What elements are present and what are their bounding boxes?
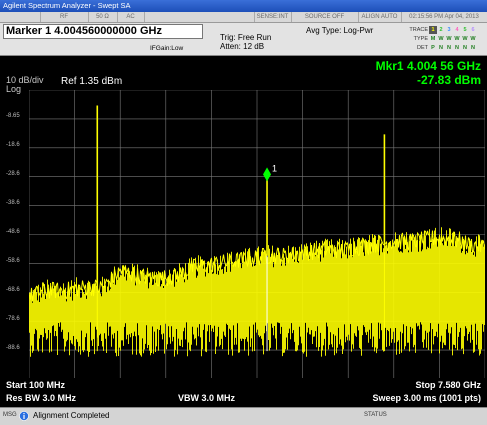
status-empty bbox=[0, 12, 41, 22]
y-tick-label: -28.6 bbox=[6, 171, 20, 177]
trace-values: 123456 bbox=[429, 26, 477, 34]
footer-readouts: Start 100 MHz Res BW 3.0 MHz VBW 3.0 MHz… bbox=[0, 378, 487, 407]
vbw: VBW 3.0 MHz bbox=[178, 393, 236, 403]
message-text: Alignment Completed bbox=[33, 411, 110, 420]
analyzer-screen: 10 dB/div Log Ref 1.35 dBm Mkr1 4.004 56… bbox=[0, 56, 487, 407]
det-2: N bbox=[439, 45, 443, 51]
trace-label: TRACE bbox=[409, 27, 428, 33]
atten-label: Atten: 12 dB bbox=[220, 42, 265, 51]
y-tick-label: -48.6 bbox=[6, 229, 20, 235]
marker-readout-amplitude: -27.83 dBm bbox=[416, 73, 481, 87]
trig-label: Trig: Free Run bbox=[220, 33, 272, 42]
type-values: MWWWWW bbox=[429, 35, 477, 43]
y-tick-label: -38.6 bbox=[6, 200, 20, 206]
marker-frequency-field[interactable]: Marker 1 4.004560000000 GHz bbox=[3, 24, 203, 39]
info-icon bbox=[19, 411, 29, 421]
det-label: DET bbox=[417, 45, 428, 51]
status-label: STATUS bbox=[364, 412, 387, 418]
marker-1-diamond-icon[interactable] bbox=[263, 167, 272, 182]
window-title: Agilent Spectrum Analyzer - Swept SA bbox=[0, 0, 487, 12]
datetime: 02:15:56 PM Apr 04, 2013 bbox=[409, 14, 479, 20]
ref-level: Ref 1.35 dBm bbox=[61, 76, 123, 87]
if-gain-label: IFGain:Low bbox=[150, 45, 184, 52]
type-5: W bbox=[462, 36, 468, 42]
sweep-time: Sweep 3.00 ms (1001 pts) bbox=[372, 393, 481, 403]
y-tick-label: -88.6 bbox=[6, 345, 20, 351]
y-tick-label: -18.6 bbox=[6, 142, 20, 148]
type-2: W bbox=[438, 36, 444, 42]
y-tick-label: -78.6 bbox=[6, 316, 20, 322]
det-5: N bbox=[463, 45, 467, 51]
type-3: W bbox=[446, 36, 452, 42]
sense-indicator: SENSE:INT bbox=[254, 12, 292, 22]
det-6: N bbox=[471, 45, 475, 51]
trigger-settings: Trig: Free Run Atten: 12 dB bbox=[220, 33, 271, 51]
marker-bar: Marker 1 4.004560000000 GHz IFGain:Low T… bbox=[0, 23, 487, 56]
trace-4: 4 bbox=[455, 27, 459, 33]
coupling-indicator: AC bbox=[117, 12, 145, 22]
det-3: N bbox=[447, 45, 451, 51]
trace-3: 3 bbox=[447, 27, 451, 33]
spectrum-analyzer-window: { "window": { "title": "Agilent Spectrum… bbox=[0, 0, 487, 425]
det-1: P bbox=[431, 45, 435, 51]
type-4: W bbox=[454, 36, 460, 42]
avg-type-label: Avg Type: Log-Pwr bbox=[306, 26, 374, 35]
type-label: TYPE bbox=[413, 36, 428, 42]
y-tick-label: -68.6 bbox=[6, 287, 20, 293]
marker-1-label: 1 bbox=[272, 163, 277, 173]
marker-readout-frequency: Mkr1 4.004 56 GHz bbox=[375, 59, 481, 73]
y-tick-label: -8.65 bbox=[6, 113, 20, 119]
trace-5: 5 bbox=[463, 27, 467, 33]
spectrum-plot[interactable]: 1 bbox=[29, 90, 485, 379]
stop-frequency: Stop 7.580 GHz bbox=[415, 380, 481, 390]
type-6: W bbox=[470, 36, 476, 42]
source-indicator: SOURCE OFF bbox=[291, 12, 359, 22]
det-4: N bbox=[455, 45, 459, 51]
y-tick-label: -58.6 bbox=[6, 258, 20, 264]
trace-6: 6 bbox=[471, 27, 475, 33]
status-row: RF 50 Ω AC SENSE:INT SOURCE OFF ALIGN AU… bbox=[0, 12, 487, 23]
trace-2: 2 bbox=[439, 27, 443, 33]
type-1: M bbox=[430, 36, 436, 42]
message-bar: MSG Alignment Completed STATUS bbox=[0, 407, 487, 425]
rf-indicator: RF bbox=[40, 12, 89, 22]
res-bw: Res BW 3.0 MHz bbox=[6, 393, 77, 403]
impedance-indicator: 50 Ω bbox=[88, 12, 118, 22]
trace-indicator-grid: TRACE 123456 TYPE MWWWWW DET PNNNNN bbox=[400, 26, 484, 53]
align-indicator: ALIGN AUTO bbox=[358, 12, 402, 22]
start-frequency: Start 100 MHz bbox=[6, 380, 66, 390]
status-blank bbox=[144, 12, 255, 22]
det-values: PNNNNN bbox=[429, 44, 477, 52]
msg-label: MSG bbox=[3, 412, 17, 418]
trace-1: 1 bbox=[429, 26, 437, 34]
